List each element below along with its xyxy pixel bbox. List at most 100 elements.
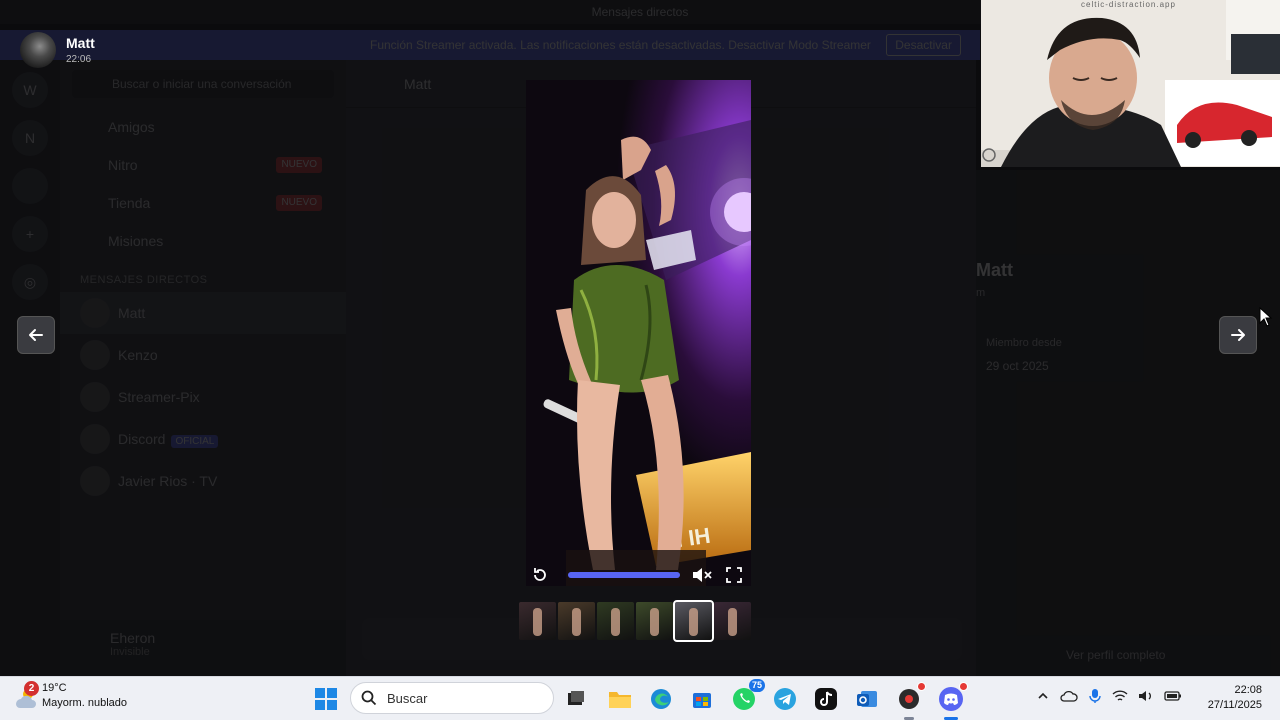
- media-thumbnail[interactable]: [597, 602, 634, 640]
- edge-icon: [651, 689, 671, 709]
- video-progress-bar[interactable]: [568, 572, 680, 578]
- dm-item[interactable]: Matt: [60, 292, 346, 334]
- dm-sidebar: Buscar o iniciar una conversación Amigos…: [60, 60, 406, 676]
- server-icon[interactable]: N: [12, 120, 48, 156]
- outlook-icon: [857, 691, 877, 707]
- arrow-right-icon: [1231, 329, 1245, 341]
- whatsapp-button[interactable]: 75: [729, 679, 765, 714]
- view-full-profile-link[interactable]: Ver perfil completo: [1066, 648, 1165, 662]
- thumbnail-figure: [611, 608, 620, 636]
- thumbnail-figure: [689, 608, 698, 636]
- media-thumbnail[interactable]: [519, 602, 556, 640]
- weather-temp: 19°C: [42, 682, 67, 694]
- nav-friends[interactable]: Amigos: [60, 108, 346, 146]
- mute-button[interactable]: [690, 563, 714, 587]
- previous-media-button[interactable]: [17, 316, 55, 354]
- nav-label: Tienda: [108, 195, 151, 211]
- next-media-button[interactable]: [1219, 316, 1257, 354]
- file-explorer-button[interactable]: [605, 684, 635, 714]
- nav-shop[interactable]: Tienda NUEVO: [60, 184, 346, 222]
- task-view-icon: [568, 691, 584, 705]
- clock-date: 27/11/2025: [1207, 699, 1262, 711]
- taskbar-search-input[interactable]: Buscar: [350, 682, 554, 714]
- dm-item[interactable]: Kenzo: [60, 334, 346, 376]
- user-name: Eheron: [110, 630, 156, 646]
- sent-time: 22:06: [66, 54, 92, 65]
- dm-item[interactable]: Javier Rios · TV: [60, 460, 346, 502]
- dm-name: Matt: [118, 305, 146, 321]
- telegram-button[interactable]: [770, 684, 800, 714]
- nav-nitro[interactable]: Nitro NUEVO: [60, 146, 346, 184]
- new-tag: NUEVO: [276, 157, 322, 173]
- fullscreen-button[interactable]: [722, 563, 746, 587]
- chevron-up-icon[interactable]: [1036, 689, 1050, 703]
- webcam-feed: [981, 0, 1280, 167]
- server-icon[interactable]: W: [12, 72, 48, 108]
- thumbnail-figure: [533, 608, 542, 636]
- onedrive-cloud-icon[interactable]: [1060, 689, 1078, 703]
- media-thumbnail[interactable]: [714, 602, 751, 640]
- notification-dot: [959, 682, 968, 691]
- nav-label: Nitro: [108, 157, 138, 173]
- weather-desc: Mayorm. nublado: [42, 697, 127, 709]
- search-icon: [361, 690, 377, 706]
- video-controls: [526, 558, 751, 592]
- tiktok-icon: [815, 688, 837, 710]
- dm-name: Javier Rios · TV: [118, 473, 218, 489]
- server-icon[interactable]: [12, 168, 48, 204]
- system-tray: [1036, 688, 1182, 704]
- clock-time: 22:08: [1234, 684, 1262, 696]
- banner-disable-button[interactable]: Desactivar: [886, 34, 961, 56]
- new-tag: NUEVO: [276, 195, 322, 211]
- media-app-button[interactable]: [894, 682, 926, 720]
- store-icon: [693, 693, 711, 708]
- system-clock[interactable]: 22:08 27/11/2025: [1196, 683, 1262, 713]
- media-thumbnail[interactable]: [673, 600, 714, 642]
- edge-browser-button[interactable]: [646, 684, 676, 714]
- dm-name: Kenzo: [118, 347, 158, 363]
- whatsapp-unread-badge: 75: [748, 679, 765, 692]
- dm-item[interactable]: Streamer-Pix: [60, 376, 346, 418]
- official-badge: OFICIAL: [171, 435, 219, 448]
- dm-name: Streamer-Pix: [118, 389, 200, 405]
- tiktok-button[interactable]: [811, 684, 841, 714]
- nav-label: Misiones: [108, 233, 164, 249]
- media-sender-header: Matt 22:06: [20, 30, 95, 70]
- replay-button[interactable]: [528, 563, 552, 587]
- windows-start-icon[interactable]: [314, 687, 338, 711]
- dm-search-input[interactable]: Buscar o iniciar una conversación: [72, 70, 334, 98]
- nav-quests[interactable]: Misiones: [60, 222, 346, 260]
- add-server-icon[interactable]: +: [12, 216, 48, 252]
- explore-icon[interactable]: ◎: [12, 264, 48, 300]
- microsoft-store-button[interactable]: [687, 684, 717, 714]
- discord-button[interactable]: [936, 682, 968, 720]
- outlook-button[interactable]: [852, 684, 882, 714]
- telegram-icon: [774, 688, 796, 710]
- arrow-left-icon: [29, 329, 43, 341]
- battery-icon[interactable]: [1164, 690, 1182, 702]
- task-view-button[interactable]: [561, 684, 591, 714]
- folder-icon: [609, 692, 631, 708]
- nav-label: Amigos: [108, 119, 155, 135]
- streamer-mode-banner: Función Streamer activada. Las notificac…: [0, 30, 980, 60]
- screen: Mensajes directos Función Streamer activ…: [0, 0, 1280, 720]
- speaker-icon[interactable]: [1138, 689, 1154, 703]
- weather-widget[interactable]: 2 19°C Mayorm. nublado: [12, 681, 127, 711]
- video-frame: ed IH: [526, 80, 751, 586]
- microphone-icon[interactable]: [1088, 688, 1102, 704]
- media-thumbnail[interactable]: [636, 602, 673, 640]
- profile-panel: Matt m Miembro desde 29 oct 2025 Ver per…: [976, 170, 1280, 676]
- dm-item[interactable]: Discord OFICIAL: [60, 418, 346, 460]
- server-rail: W N + ◎: [0, 60, 60, 676]
- weather-alert-badge: 2: [24, 681, 39, 696]
- dm-name: Discord: [118, 431, 166, 447]
- media-app-icon: [899, 689, 919, 709]
- media-thumbnail[interactable]: [558, 602, 595, 640]
- wifi-icon[interactable]: [1112, 689, 1128, 703]
- banner-text: Función Streamer activada. Las notificac…: [370, 38, 871, 52]
- thumbnail-figure: [728, 608, 737, 636]
- video-player[interactable]: ed IH: [526, 80, 751, 586]
- webcam-overlay: celtic-distraction.app: [981, 0, 1280, 167]
- member-since-date: 29 oct 2025: [986, 359, 1049, 373]
- sender-name: Matt: [66, 35, 95, 51]
